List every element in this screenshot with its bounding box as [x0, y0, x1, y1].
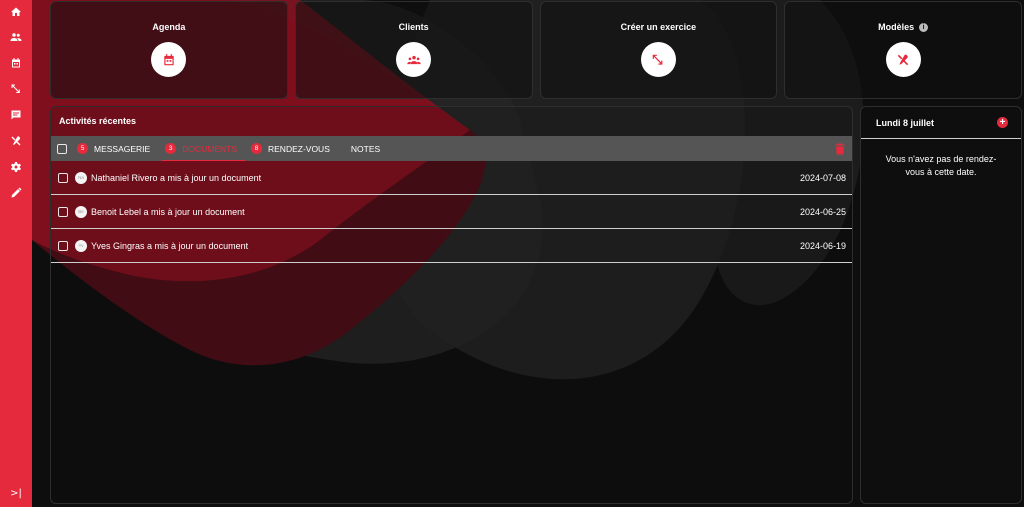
info-icon[interactable]: i — [919, 22, 929, 32]
card-title: Créer un exercice — [620, 22, 697, 32]
arrows-icon — [653, 54, 663, 65]
trash-icon — [835, 143, 845, 155]
agenda-date: Lundi 8 juillet — [876, 117, 934, 128]
activity-row[interactable]: Na Nathaniel Rivero a mis à jour un docu… — [51, 161, 852, 195]
row-checkbox[interactable] — [58, 240, 68, 251]
card-icon-circle — [885, 42, 921, 77]
card-title: Modèles i — [878, 22, 929, 32]
card-icon-circle — [396, 42, 432, 77]
tab-label: MESSAGERIE — [94, 143, 151, 154]
users-icon — [10, 33, 22, 41]
activity-text: Yves Gingras a mis à jour un document — [91, 240, 249, 251]
row-checkbox[interactable] — [58, 172, 68, 183]
avatar: Yv — [75, 239, 87, 252]
sidebar-item-templates[interactable] — [0, 128, 32, 154]
arrows-icon — [11, 84, 20, 93]
home-icon — [11, 7, 21, 16]
activity-tabs: 5 MESSAGERIE 3 DOCUMENTS 8 RENDEZ-VOUS N… — [51, 136, 852, 161]
recent-activities-panel: Activités récentes 5 MESSAGERIE 3 DOCUME… — [50, 106, 853, 504]
count-badge: 5 — [77, 143, 88, 154]
quick-actions: Agenda Clients Créer un exercice Modèles… — [50, 1, 1022, 99]
select-all-checkbox[interactable] — [57, 143, 67, 154]
sidebar-item-edit[interactable] — [0, 180, 32, 206]
avatar: Na — [75, 171, 87, 184]
activity-date: 2024-06-25 — [799, 206, 846, 217]
card-title: Clients — [398, 22, 429, 32]
card-icon-circle — [151, 42, 187, 77]
sidebar-item-messages[interactable] — [0, 102, 32, 128]
add-appointment-button[interactable]: + — [997, 117, 1008, 128]
count-badge: 3 — [165, 143, 177, 154]
calendar-icon — [164, 53, 174, 65]
delete-button[interactable] — [835, 142, 845, 155]
count-badge: 8 — [251, 143, 262, 154]
activity-date: 2024-06-19 — [799, 240, 846, 251]
sidebar-item-clients[interactable] — [0, 24, 32, 50]
tab-rendez-vous[interactable]: 8 RENDEZ-VOUS — [251, 136, 330, 161]
pencil-icon — [11, 187, 22, 198]
sidebar-collapse-button[interactable]: >| — [0, 485, 32, 501]
card-icon-circle — [640, 42, 676, 77]
day-agenda-panel: Lundi 8 juillet + Vous n'avez pas de ren… — [860, 106, 1022, 504]
tab-messagerie[interactable]: 5 MESSAGERIE — [77, 136, 150, 161]
card-title: Agenda — [152, 22, 186, 32]
calendar-icon — [12, 58, 20, 68]
tools-icon — [897, 54, 909, 65]
sidebar-item-exercises[interactable] — [0, 76, 32, 102]
activity-row[interactable]: Yv Yves Gingras a mis à jour un document… — [51, 229, 852, 263]
activity-row[interactable]: Be Benoit Lebel a mis à jour un document… — [51, 195, 852, 229]
panel-title: Activités récentes — [59, 116, 137, 126]
tab-label: DOCUMENTS — [182, 143, 237, 154]
sidebar-item-home[interactable] — [0, 0, 32, 24]
empty-agenda-message: Vous n'avez pas de rendez-vous à cette d… — [885, 154, 997, 177]
avatar: Be — [75, 205, 87, 218]
card-templates[interactable]: Modèles i — [784, 1, 1022, 99]
activity-date: 2024-07-08 — [799, 172, 846, 183]
agenda-header: Lundi 8 juillet + — [861, 107, 1021, 139]
tab-label: RENDEZ-VOUS — [268, 143, 330, 154]
sidebar-item-agenda[interactable] — [0, 50, 32, 76]
activity-text: Benoit Lebel a mis à jour un document — [91, 206, 245, 217]
sidebar: >| — [0, 0, 32, 507]
tools-icon — [11, 136, 21, 146]
tab-documents[interactable]: 3 DOCUMENTS — [162, 136, 245, 161]
activity-text: Nathaniel Rivero a mis à jour un documen… — [91, 172, 262, 183]
card-agenda[interactable]: Agenda — [50, 1, 288, 99]
row-checkbox[interactable] — [58, 206, 68, 217]
gear-icon — [11, 162, 21, 172]
message-icon — [11, 110, 21, 120]
sidebar-item-settings[interactable] — [0, 154, 32, 180]
card-clients[interactable]: Clients — [294, 1, 533, 99]
tab-label: NOTES — [350, 143, 381, 154]
users-icon — [406, 55, 421, 64]
card-create-exercise[interactable]: Créer un exercice — [539, 1, 778, 99]
tab-notes[interactable]: NOTES — [351, 136, 380, 161]
